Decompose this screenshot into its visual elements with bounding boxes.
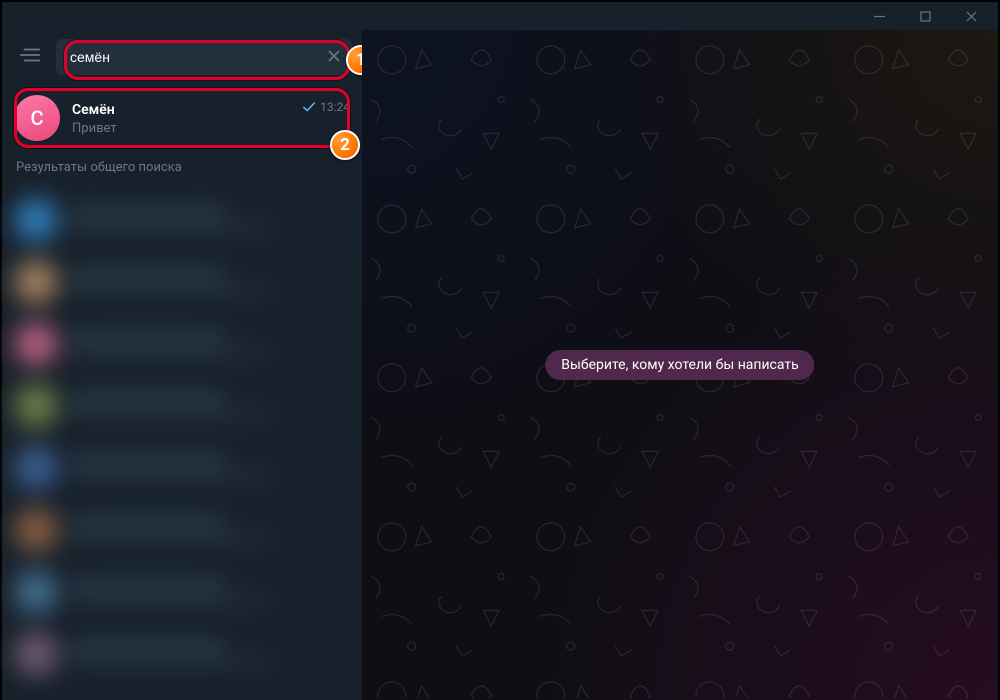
empty-state-text: Выберите, кому хотели бы написать	[545, 350, 814, 380]
menu-button[interactable]	[12, 39, 48, 75]
search-result-item[interactable]: C Семён 13:24 Привет	[2, 84, 362, 152]
avatar	[14, 570, 58, 614]
list-item[interactable]	[2, 623, 362, 685]
chat-time: 13:24	[320, 100, 350, 114]
avatar	[14, 384, 58, 428]
list-item[interactable]	[2, 437, 362, 499]
chat-name: Семён	[72, 102, 115, 118]
clear-search-button[interactable]	[322, 45, 346, 69]
read-check-icon	[302, 100, 316, 114]
avatar	[14, 260, 58, 304]
list-item[interactable]	[2, 313, 362, 375]
avatar	[14, 446, 58, 490]
avatar	[14, 508, 58, 552]
chat-preview: Привет	[72, 121, 350, 136]
window-maximize-button[interactable]	[902, 2, 948, 30]
avatar	[14, 632, 58, 676]
avatar	[14, 322, 58, 366]
list-item[interactable]	[2, 375, 362, 437]
search-bar-row	[2, 30, 362, 84]
window-close-button[interactable]	[948, 2, 994, 30]
chat-item-meta: Семён 13:24 Привет	[72, 100, 350, 136]
sidebar: C Семён 13:24 Привет Результ	[2, 30, 362, 700]
avatar: C	[14, 95, 60, 141]
app-window: C Семён 13:24 Привет Результ	[0, 0, 1000, 700]
window-minimize-button[interactable]	[856, 2, 902, 30]
avatar-letter: C	[30, 106, 43, 130]
blurred-results-list	[2, 183, 362, 700]
menu-icon	[19, 46, 41, 68]
list-item[interactable]	[2, 561, 362, 623]
close-icon	[327, 48, 341, 67]
search-input[interactable]	[56, 39, 352, 75]
list-item[interactable]	[2, 189, 362, 251]
list-item[interactable]	[2, 251, 362, 313]
chat-empty-area: Выберите, кому хотели бы написать	[362, 30, 998, 700]
window-titlebar	[2, 2, 998, 30]
list-item[interactable]	[2, 499, 362, 561]
global-results-label: Результаты общего поиска	[2, 152, 362, 183]
avatar	[14, 198, 58, 242]
